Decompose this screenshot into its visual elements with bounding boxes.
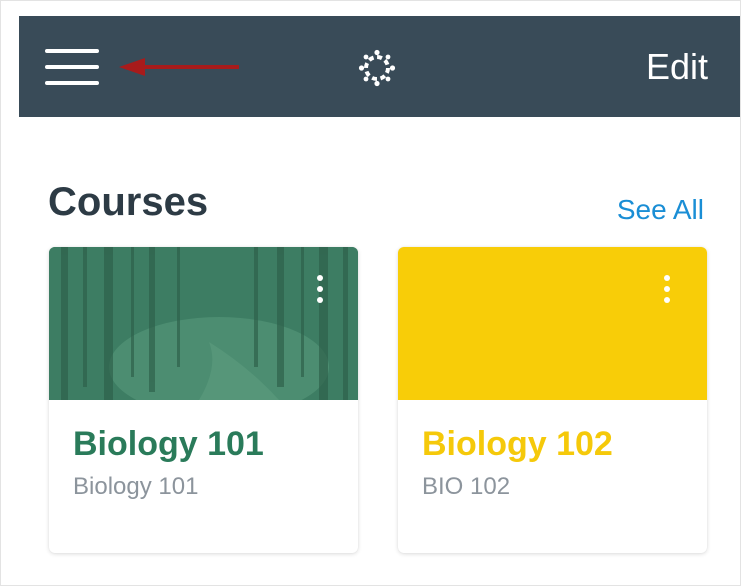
dot	[664, 275, 670, 281]
dot	[664, 286, 670, 292]
edit-button[interactable]: Edit	[646, 47, 708, 87]
menu-line	[45, 65, 99, 69]
hamburger-menu-icon[interactable]	[45, 49, 101, 87]
top-navigation-bar: Edit	[19, 16, 740, 117]
courses-heading: Courses	[48, 180, 209, 224]
dot	[317, 297, 323, 303]
app-screen: Edit Courses See All Biology 101 Biology…	[0, 0, 741, 586]
course-name: Biology 101	[73, 425, 264, 463]
see-all-link[interactable]: See All	[617, 194, 704, 226]
course-color-header	[398, 247, 707, 400]
dot	[317, 275, 323, 281]
menu-line	[45, 81, 99, 85]
course-code: Biology 101	[73, 473, 199, 500]
forest-image-icon	[49, 247, 358, 400]
card-options-icon[interactable]	[313, 275, 327, 309]
course-name: Biology 102	[422, 425, 613, 463]
course-code: BIO 102	[422, 473, 511, 500]
dot	[664, 297, 670, 303]
card-options-icon[interactable]	[660, 275, 674, 309]
menu-line	[45, 49, 99, 53]
dot	[317, 286, 323, 292]
red-arrow-icon	[119, 58, 239, 76]
forest-image-art	[49, 247, 358, 400]
course-card-biology-102[interactable]: Biology 102 BIO 102	[398, 247, 707, 553]
canvas-logo-icon[interactable]	[358, 49, 396, 87]
course-card-biology-101[interactable]: Biology 101 Biology 101	[49, 247, 358, 553]
